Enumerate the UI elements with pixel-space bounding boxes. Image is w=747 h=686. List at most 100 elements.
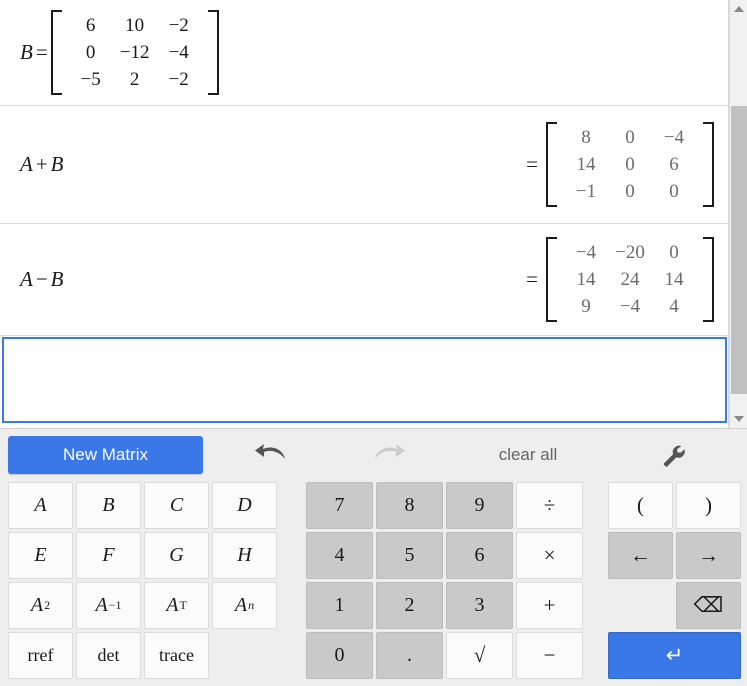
matrix-cell: 10 (125, 15, 145, 36)
expression-input[interactable] (2, 337, 727, 423)
key-7[interactable]: 7 (306, 482, 373, 529)
matrix-result-grid: −4 −20 0 14 24 14 9 −4 4 (557, 237, 703, 322)
key-square-root[interactable]: √ (446, 632, 513, 679)
worksheet-history: B = 6 10 −2 0 −12 −4 −5 2 −2 A + B = 8 0… (0, 0, 747, 428)
redo-button[interactable] (366, 436, 414, 474)
key-3[interactable]: 3 (446, 582, 513, 629)
history-row-matrix-b[interactable]: B = 6 10 −2 0 −12 −4 −5 2 −2 (0, 0, 728, 106)
edit-keypad: ( ) ← → ⌫ ↵ (608, 482, 741, 679)
key-matrix-e[interactable]: E (8, 532, 73, 579)
matrix-result-a-minus-b: −4 −20 0 14 24 14 9 −4 4 (546, 237, 714, 322)
key-multiply[interactable]: × (516, 532, 583, 579)
matrix-cell: 0 (625, 154, 635, 175)
undo-button[interactable] (246, 436, 294, 474)
key-a-transpose[interactable]: AT (144, 582, 209, 629)
key-exponent: T (179, 598, 187, 612)
plus-operator: + (35, 152, 48, 176)
matrix-cell: 6 (669, 154, 679, 175)
key-matrix-d[interactable]: D (212, 482, 277, 529)
result-group-a-plus-b: = 8 0 −4 14 0 6 −1 0 0 (526, 122, 714, 207)
key-matrix-g[interactable]: G (144, 532, 209, 579)
matrix-cell: 14 (576, 154, 596, 175)
key-backspace[interactable]: ⌫ (676, 582, 741, 629)
matrix-cell: 8 (581, 127, 591, 148)
key-right-paren[interactable]: ) (676, 482, 741, 529)
keypad-panel: New Matrix clear all A B C D E F G H A 2… (0, 428, 747, 686)
key-divide[interactable]: ÷ (516, 482, 583, 529)
worksheet-scrollbar[interactable] (729, 0, 747, 428)
key-matrix-f[interactable]: F (76, 532, 141, 579)
row-expression-a-minus-b: A − B (20, 267, 64, 292)
operand-a: A (20, 152, 33, 176)
key-cursor-right[interactable]: → (676, 532, 741, 579)
key-enter[interactable]: ↵ (608, 632, 741, 679)
scrollbar-thumb[interactable] (731, 106, 747, 394)
scroll-down-icon[interactable] (730, 410, 747, 428)
matrix-cell: 0 (625, 181, 635, 202)
clear-all-button[interactable]: clear all (468, 436, 588, 474)
key-1[interactable]: 1 (306, 582, 373, 629)
matrix-cell: −2 (168, 15, 189, 36)
matrix-cell: −4 (575, 242, 597, 263)
matrix-cell: −12 (119, 42, 150, 63)
matrix-cell: −2 (168, 69, 189, 90)
key-trace[interactable]: trace (144, 632, 209, 679)
scroll-up-icon[interactable] (730, 0, 747, 18)
result-group-a-minus-b: = −4 −20 0 14 24 14 9 −4 4 (526, 237, 714, 322)
history-row-a-plus-b[interactable]: A + B = 8 0 −4 14 0 6 −1 0 0 (0, 106, 728, 224)
matrix-cell: 9 (581, 296, 591, 317)
matrix-cell: −4 (663, 127, 685, 148)
key-det[interactable]: det (76, 632, 141, 679)
new-matrix-button[interactable]: New Matrix (8, 436, 203, 474)
matrix-cell: 14 (576, 269, 596, 290)
matrix-b-display: 6 10 −2 0 −12 −4 −5 2 −2 (50, 10, 219, 95)
matrix-cell: −4 (619, 296, 641, 317)
key-5[interactable]: 5 (376, 532, 443, 579)
key-a-squared[interactable]: A2 (8, 582, 73, 629)
matrix-calculator-app: B = 6 10 −2 0 −12 −4 −5 2 −2 A + B = 8 0… (0, 0, 747, 686)
key-exponent: 2 (44, 598, 51, 612)
settings-button[interactable] (650, 436, 696, 474)
key-matrix-c[interactable]: C (144, 482, 209, 529)
matrix-cell: −5 (80, 69, 101, 90)
matrix-label-b: B (20, 40, 33, 64)
keypad-toolbar: New Matrix clear all (0, 429, 747, 479)
key-plus[interactable]: + (516, 582, 583, 629)
key-matrix-h[interactable]: H (212, 532, 277, 579)
matrix-b-grid: 6 10 −2 0 −12 −4 −5 2 −2 (62, 10, 208, 95)
matrix-bracket-right (703, 122, 714, 207)
matrix-cell: 6 (85, 15, 96, 36)
equals-sign-b: = (35, 40, 48, 64)
key-a-inverse[interactable]: A −1 (76, 582, 141, 629)
key-cursor-left[interactable]: ← (608, 532, 673, 579)
key-exponent: −1 (108, 598, 122, 612)
number-keypad: 7 8 9 ÷ 4 5 6 × 1 2 3 + 0 . √ − (306, 482, 583, 679)
operand-a: A (20, 267, 33, 291)
key-6[interactable]: 6 (446, 532, 513, 579)
key-8[interactable]: 8 (376, 482, 443, 529)
key-a-power-n[interactable]: An (212, 582, 277, 629)
matrix-cell: 4 (669, 296, 679, 317)
key-matrix-b[interactable]: B (76, 482, 141, 529)
key-rref[interactable]: rref (8, 632, 73, 679)
wrench-icon (663, 445, 685, 467)
key-left-paren[interactable]: ( (608, 482, 673, 529)
triangle-up-icon (733, 6, 744, 12)
key-matrix-a[interactable]: A (8, 482, 73, 529)
key-minus[interactable]: − (516, 632, 583, 679)
key-0[interactable]: 0 (306, 632, 373, 679)
row-expression-b: B = (20, 40, 51, 65)
history-row-a-minus-b[interactable]: A − B = −4 −20 0 14 24 14 9 −4 4 (0, 224, 728, 336)
matrix-cell: 0 (669, 242, 679, 263)
matrix-bracket-right (703, 237, 714, 322)
matrix-bracket-left (546, 122, 557, 207)
key-decimal-point[interactable]: . (376, 632, 443, 679)
key-9[interactable]: 9 (446, 482, 513, 529)
equals-sign: = (526, 152, 538, 176)
matrix-bracket-right (207, 10, 219, 95)
key-2[interactable]: 2 (376, 582, 443, 629)
matrix-cell: 2 (129, 69, 140, 90)
operand-b: B (50, 267, 64, 291)
equals-sign: = (526, 267, 538, 291)
key-4[interactable]: 4 (306, 532, 373, 579)
